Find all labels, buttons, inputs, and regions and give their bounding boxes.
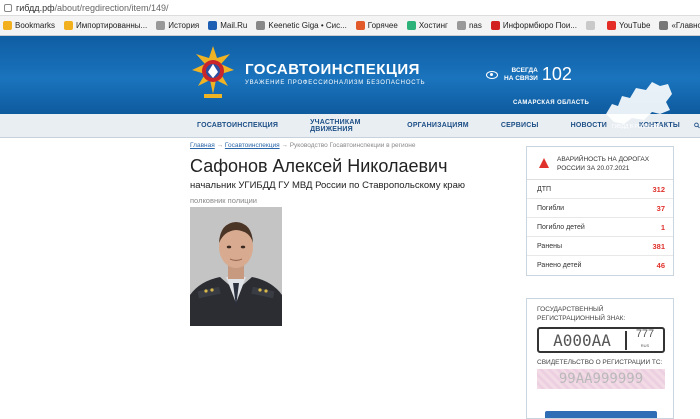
stat-row-children-killed: Погибло детей 1 xyxy=(527,218,673,237)
url-domain: гибдд.рф xyxy=(16,2,55,13)
bookmark-label: Bookmarks xyxy=(15,21,56,30)
cert-label: СВИДЕТЕЛЬСТВО О РЕГИСТРАЦИИ ТС: xyxy=(537,359,663,366)
stat-value: 381 xyxy=(652,241,665,251)
bookmark-icon xyxy=(256,21,266,30)
person-name: Сафонов Алексей Николаевич xyxy=(190,156,448,176)
stat-value: 37 xyxy=(656,203,665,213)
stat-label: Погибло детей xyxy=(537,223,585,231)
plate-main-input[interactable]: А000АА xyxy=(539,330,627,350)
stat-row-dtp: ДТП 312 xyxy=(527,180,673,199)
bookmark-icon xyxy=(607,21,616,30)
bookmark-item[interactable]: Импортированны... xyxy=(64,21,147,30)
bookmark-item[interactable]: Keenetic Giga • Сис... xyxy=(256,21,347,30)
plate-label-2: РЕГИСТРАЦИОННЫЙ ЗНАК: xyxy=(537,315,626,322)
plate-input[interactable]: А000АА 777 RUS xyxy=(537,327,665,353)
bookmark-label: «Главное управле... xyxy=(671,21,700,30)
bookmark-label: Keenetic Giga • Сис... xyxy=(268,21,347,30)
map-label: ГИБДД В РЕГИОНАХ xyxy=(612,124,662,130)
breadcrumb-section[interactable]: Госавтоинспекция xyxy=(225,142,280,149)
plate-region-input[interactable]: 777 RUS xyxy=(627,329,663,351)
bookmark-label: Импортированны... xyxy=(76,21,148,30)
breadcrumb-separator: → xyxy=(216,142,224,149)
search-icon[interactable] xyxy=(694,121,700,130)
bookmark-item[interactable]: История xyxy=(156,21,199,30)
registration-check-panel: ГОСУДАРСТВЕННЫЙ РЕГИСТРАЦИОННЫЙ ЗНАК: А0… xyxy=(526,298,674,419)
bookmark-icon xyxy=(208,21,218,30)
bookmark-item[interactable]: nas xyxy=(456,21,482,30)
accidents-date: РОССИИ ЗА 20.07.2021 xyxy=(557,165,630,172)
bookmark-icon xyxy=(406,21,416,30)
bookmark-label: Горячее xyxy=(367,21,398,30)
site-header: ГОСАВТОИНСПЕКЦИЯ УВАЖЕНИЕ ПРОФЕССИОНАЛИЗ… xyxy=(0,36,700,130)
bookmark-item[interactable]: YouTube xyxy=(607,21,650,30)
bookmark-item[interactable]: Bookmarks xyxy=(3,21,55,30)
site-title[interactable]: ГОСАВТОИНСПЕКЦИЯ xyxy=(245,61,425,78)
cert-input[interactable]: 99АА999999 xyxy=(537,369,665,389)
person-photo xyxy=(190,207,282,326)
bookmark-icon xyxy=(456,21,466,30)
bookmark-icon xyxy=(355,21,365,30)
site-slogan: УВАЖЕНИЕ ПРОФЕССИОНАЛИЗМ БЕЗОПАСНОСТЬ xyxy=(245,80,426,86)
stat-value: 1 xyxy=(660,222,665,232)
bookmark-item[interactable] xyxy=(586,21,598,30)
plate-country: RUS xyxy=(640,343,650,348)
nav-item-gosavtoinspekciya[interactable]: ГОСАВТОИНСПЕКЦИЯ xyxy=(197,122,278,129)
bookmark-icon xyxy=(3,21,12,30)
bookmark-label: Информбюро Пои... xyxy=(502,21,577,30)
breadcrumb-home[interactable]: Главная xyxy=(190,142,215,149)
contact-label-2: НА СВЯЗИ xyxy=(504,74,538,82)
bookmark-icon xyxy=(490,21,500,30)
bookmark-icon xyxy=(586,21,595,30)
bookmark-item[interactable]: «Главное управле... xyxy=(659,21,700,30)
nav-item-services[interactable]: СЕРВИСЫ xyxy=(501,122,539,129)
accidents-title: АВАРИЙНОСТЬ НА ДОРОГАХ xyxy=(557,156,650,163)
bookmark-label: YouTube xyxy=(619,21,651,30)
bookmark-item[interactable]: Mail.Ru xyxy=(208,21,247,30)
person-position: начальник УГИБДД ГУ МВД России по Ставро… xyxy=(190,180,465,191)
region-selector[interactable]: САМАРСКАЯ ОБЛАСТЬ xyxy=(513,100,589,106)
breadcrumb-current: Руководство Госавтоинспекции в регионе xyxy=(289,142,416,149)
stat-label: ДТП xyxy=(537,185,552,193)
contact-block: ВСЕГДА НА СВЯЗИ 102 xyxy=(486,64,572,85)
stat-value: 312 xyxy=(652,184,665,194)
plate-region: 777 xyxy=(635,328,655,340)
stat-value: 46 xyxy=(656,261,665,270)
bookmark-label: История xyxy=(168,21,200,30)
breadcrumb: Главная → Госавтоинспекция → Руководство… xyxy=(190,142,415,149)
warning-cone-icon xyxy=(539,158,549,168)
check-button[interactable] xyxy=(545,411,657,418)
url-path: /about/regdirection/item/149/ xyxy=(54,2,169,13)
bookmark-item[interactable]: Горячее xyxy=(355,21,398,30)
bookmark-label: nas xyxy=(468,21,482,30)
stat-label: Ранены xyxy=(537,242,562,250)
stat-row-injured: Ранены 381 xyxy=(527,237,673,256)
contact-number: 102 xyxy=(541,64,572,84)
russia-map-icon[interactable]: ГИБДД В РЕГИОНАХ xyxy=(602,74,674,132)
main-nav: ГОСАВТОИНСПЕКЦИЯ УЧАСТНИКАМ ДВИЖЕНИЯ ОРГ… xyxy=(0,114,700,138)
bookmark-icon xyxy=(659,21,669,30)
accidents-panel: АВАРИЙНОСТЬ НА ДОРОГАХ РОССИИ ЗА 20.07.2… xyxy=(526,146,674,276)
bookmark-label: Хостинг xyxy=(418,21,448,30)
breadcrumb-separator: → xyxy=(281,142,288,149)
bookmark-item[interactable]: Информбюро Пои... xyxy=(490,21,577,30)
bookmark-label: Mail.Ru xyxy=(220,21,248,30)
eye-icon[interactable] xyxy=(486,70,498,79)
address-bar[interactable]: гибдд.рф /about/regdirection/item/149/ xyxy=(0,0,700,16)
stat-row-killed: Погибли 37 xyxy=(527,199,673,218)
bookmarks-bar: Bookmarks Импортированны... История Mail.Ru… xyxy=(0,16,700,36)
gibdd-emblem-icon[interactable] xyxy=(190,44,236,104)
stat-row-children-injured: Ранено детей 46 xyxy=(527,256,673,275)
nav-item-organizations[interactable]: ОРГАНИЗАЦИЯМ xyxy=(407,122,469,129)
contact-label-1: ВСЕГДА xyxy=(511,66,538,74)
bookmark-icon xyxy=(156,21,166,30)
nav-item-participants[interactable]: УЧАСТНИКАМ ДВИЖЕНИЯ xyxy=(310,119,375,133)
stat-label: Погибли xyxy=(537,204,565,212)
stat-label: Ранено детей xyxy=(537,262,582,269)
bookmark-item[interactable]: Хостинг xyxy=(406,21,448,30)
lock-icon xyxy=(4,3,12,12)
bookmark-icon xyxy=(64,21,74,30)
person-rank: полковник полиции xyxy=(190,196,257,205)
plate-label-1: ГОСУДАРСТВЕННЫЙ xyxy=(537,306,604,313)
